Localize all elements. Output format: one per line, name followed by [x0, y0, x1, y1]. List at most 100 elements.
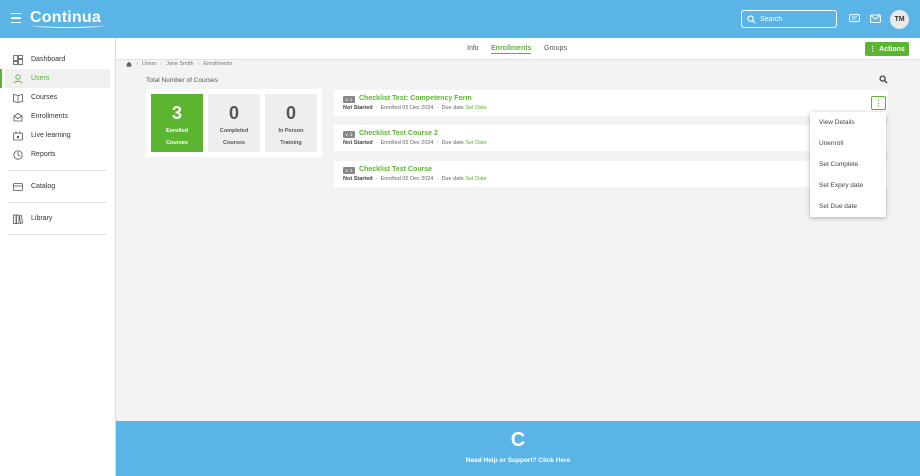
sidebar-item-library[interactable]: Library	[5, 209, 110, 228]
total-courses-label: Total Number of Courses	[146, 77, 218, 84]
menu-item-unenroll[interactable]: Unenroll	[810, 133, 886, 154]
stat-completed-courses[interactable]: 0 Completed Courses	[208, 94, 260, 152]
course-due-label: Due date	[441, 176, 464, 182]
course-title[interactable]: Checklist Test Course 2	[359, 130, 438, 137]
stat-value: 0	[228, 103, 239, 123]
menu-item-view-details[interactable]: View Details	[810, 112, 886, 133]
actions-button[interactable]: ⋮ Actions	[865, 42, 909, 56]
set-date-link[interactable]: Set Date	[465, 140, 486, 146]
sidebar-item-label: Reports	[31, 151, 56, 158]
reports-icon	[13, 149, 23, 160]
stat-label: In Person	[278, 128, 304, 134]
search-courses-icon[interactable]	[879, 75, 888, 84]
course-status: Not Started	[343, 140, 373, 146]
sidebar-item-live-learning[interactable]: Live learning	[5, 126, 110, 145]
menu-item-set-expiry-date[interactable]: Set Expiry date	[810, 175, 886, 196]
sidebar-divider	[8, 234, 107, 235]
sidebar-item-users[interactable]: Users	[0, 69, 110, 88]
stat-label: Courses	[165, 140, 188, 146]
course-title[interactable]: Checklist Test: Competency Form	[359, 95, 472, 102]
course-options-menu: View Details Unenroll Set Complete Set E…	[810, 112, 886, 217]
course-row[interactable]: v. 1 Checklist Test: Competency Form Not…	[334, 90, 888, 116]
course-enrolled-date: Enrolled 05 Dec 2024	[380, 176, 434, 182]
help-link[interactable]: Need Help or Support? Click Here	[116, 457, 920, 464]
course-enrolled-date: Enrolled 05 Dec 2024	[380, 105, 434, 111]
top-bar: Continua TM	[0, 0, 920, 38]
course-options-button[interactable]: ⋮	[871, 96, 886, 110]
hamburger-menu-icon[interactable]	[11, 13, 21, 23]
tab-enrollments[interactable]: Enrollments	[491, 45, 532, 54]
search-icon	[747, 14, 756, 23]
version-badge: v. 1	[343, 96, 355, 103]
breadcrumb-enrollments: Enrollments	[203, 61, 233, 67]
stat-enrolled-courses[interactable]: 3 Enrolled Courses	[151, 94, 203, 152]
kebab-icon: ⋮	[874, 98, 883, 108]
breadcrumb-users[interactable]: Users	[142, 61, 156, 67]
tab-info[interactable]: Info	[467, 45, 479, 52]
sidebar-item-dashboard[interactable]: Dashboard	[5, 50, 110, 69]
sidebar-item-catalog[interactable]: Catalog	[5, 177, 110, 196]
mail-icon[interactable]	[870, 14, 881, 24]
breadcrumb-user-name[interactable]: Jane Smith	[166, 61, 194, 67]
sidebar-item-label: Live learning	[31, 132, 71, 139]
book-icon	[13, 93, 23, 103]
enrollment-icon	[13, 112, 23, 121]
sidebar-item-enrollments[interactable]: Enrollments	[5, 107, 110, 126]
set-date-link[interactable]: Set Date	[465, 105, 486, 111]
footer-logo: C	[510, 429, 526, 451]
course-meta: Not Started · Enrolled 05 Dec 2024 · Due…	[343, 105, 487, 111]
course-status: Not Started	[343, 176, 373, 182]
course-enrolled-date: Enrolled 05 Dec 2024	[380, 140, 434, 146]
course-status: Not Started	[343, 105, 373, 111]
sidebar-item-label: Courses	[31, 94, 58, 101]
search-input[interactable]	[760, 15, 830, 23]
stat-in-person-training[interactable]: 0 In Person Training	[265, 94, 317, 152]
course-title[interactable]: Checklist Test Course	[359, 166, 432, 173]
sidebar: Dashboard Users Courses Enrollments Live…	[0, 38, 116, 476]
home-icon[interactable]	[126, 61, 132, 67]
breadcrumb-separator: ›	[160, 61, 163, 67]
search-box[interactable]	[741, 10, 837, 28]
sidebar-item-label: Catalog	[31, 183, 56, 190]
live-learning-icon	[13, 131, 23, 140]
version-badge: v. 1	[343, 167, 355, 174]
course-meta: Not Started · Enrolled 05 Dec 2024 · Due…	[343, 176, 487, 182]
sidebar-item-label: Users	[31, 75, 50, 82]
course-due-label: Due date	[441, 140, 464, 146]
app-logo[interactable]: Continua	[30, 9, 104, 28]
course-row[interactable]: v. 1 Checklist Test Course 2 Not Started…	[334, 125, 888, 151]
sidebar-divider	[8, 202, 107, 203]
stat-value: 3	[171, 103, 182, 123]
messages-icon[interactable]	[849, 14, 860, 24]
library-icon	[13, 214, 23, 224]
breadcrumb-separator: ›	[197, 61, 200, 67]
sidebar-item-courses[interactable]: Courses	[5, 88, 110, 107]
stat-label: Enrolled	[165, 128, 188, 134]
dashboard-icon	[13, 54, 23, 65]
sidebar-item-label: Enrollments	[31, 113, 68, 120]
sidebar-item-reports[interactable]: Reports	[5, 145, 110, 164]
catalog-icon	[13, 182, 23, 191]
menu-item-set-due-date[interactable]: Set Due date	[810, 196, 886, 217]
kebab-icon: ⋮	[869, 46, 877, 53]
course-row[interactable]: v. 1 Checklist Test Course Not Started ·…	[334, 161, 888, 187]
stat-value: 0	[285, 103, 296, 123]
stats-card: 3 Enrolled Courses 0 Completed Courses 0…	[146, 89, 322, 157]
breadcrumb: › Users › Jane Smith › Enrollments	[126, 61, 232, 67]
user-icon	[13, 73, 23, 84]
course-due-label: Due date	[441, 105, 464, 111]
sidebar-divider	[8, 170, 107, 171]
tab-groups[interactable]: Groups	[544, 45, 567, 52]
menu-item-set-complete[interactable]: Set Complete	[810, 154, 886, 175]
course-meta: Not Started · Enrolled 05 Dec 2024 · Due…	[343, 140, 487, 146]
stat-label: Training	[280, 140, 302, 146]
sidebar-item-label: Library	[31, 215, 53, 222]
tabs-bar: Info Enrollments Groups	[116, 38, 920, 60]
user-avatar[interactable]: TM	[890, 10, 909, 29]
breadcrumb-separator: ›	[136, 61, 138, 67]
stat-label: Courses	[222, 140, 245, 146]
help-footer: C Need Help or Support? Click Here	[116, 421, 920, 476]
actions-label: Actions	[879, 45, 905, 53]
stat-label: Completed	[219, 128, 249, 134]
set-date-link[interactable]: Set Date	[465, 176, 486, 182]
